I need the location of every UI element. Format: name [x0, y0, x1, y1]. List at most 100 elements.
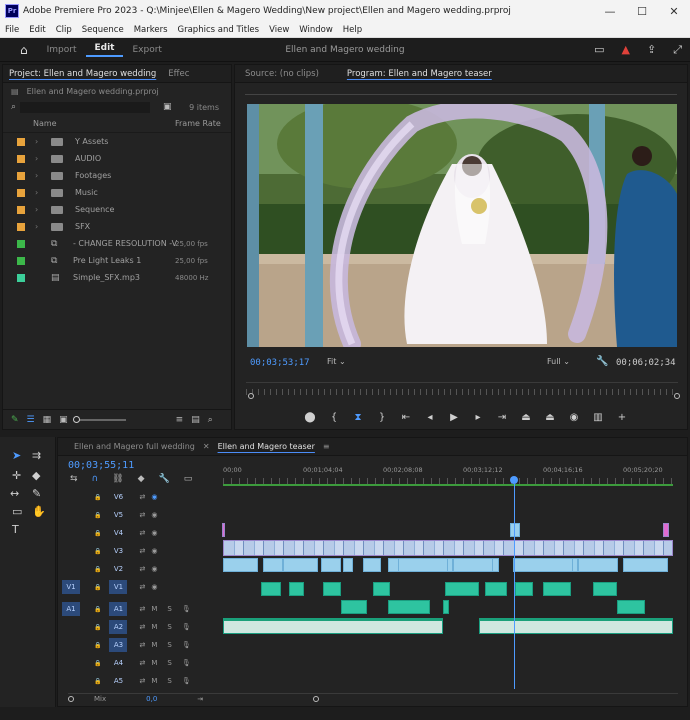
- sync-lock-icon[interactable]: ⇄: [139, 641, 145, 649]
- video-track-header[interactable]: 🔒 V2 ⇄ ◉: [62, 560, 224, 578]
- menu-graphics[interactable]: Graphics and Titles: [173, 25, 265, 35]
- step-back-icon[interactable]: ◂: [418, 412, 442, 423]
- solo-button[interactable]: S: [167, 659, 171, 667]
- marker-clip-start[interactable]: [222, 523, 225, 537]
- tab-menu-icon[interactable]: ≡: [321, 442, 332, 451]
- music-clip-a3[interactable]: [479, 618, 673, 634]
- video-track-header[interactable]: 🔒 V5 ⇄ ◉: [62, 506, 224, 524]
- hand-tool-icon[interactable]: ✋: [32, 505, 46, 518]
- video-track-header[interactable]: 🔒 V4 ⇄ ◉: [62, 524, 224, 542]
- video-clip-v1[interactable]: [578, 558, 618, 572]
- close-tab-icon[interactable]: ✕: [201, 442, 212, 451]
- lift-icon[interactable]: ⏏: [514, 412, 538, 423]
- alert-icon[interactable]: ▲: [622, 43, 630, 57]
- rectangle-tool-icon[interactable]: ▭: [12, 505, 22, 518]
- timeline-ruler[interactable]: 00;00 00;01;04;04 00;02;08;08 00;03;12;12 00…: [223, 462, 673, 486]
- video-clip-v2[interactable]: [321, 558, 341, 572]
- lock-icon[interactable]: 🔒: [94, 566, 101, 573]
- menu-file[interactable]: File: [0, 25, 24, 35]
- lock-icon[interactable]: 🔒: [94, 678, 101, 685]
- go-to-out-icon[interactable]: ⇥: [490, 412, 514, 423]
- audio-track-header[interactable]: 🔒 A5 ⇄ M S 🎙: [62, 672, 224, 690]
- source-patch[interactable]: [62, 526, 80, 540]
- add-marker-icon[interactable]: ⬤: [298, 412, 322, 423]
- voiceover-mic-icon[interactable]: 🎙: [182, 641, 191, 649]
- timeline-horizontal-scrollbar[interactable]: [68, 693, 678, 702]
- play-icon[interactable]: ▶: [442, 412, 466, 423]
- video-clip-v1[interactable]: [283, 558, 318, 572]
- track-label[interactable]: V5: [109, 508, 127, 522]
- audio-clip-a1[interactable]: [445, 582, 479, 596]
- solo-button[interactable]: S: [167, 605, 171, 613]
- audio-clip-a1[interactable]: [485, 582, 507, 596]
- fit-dropdown[interactable]: Fit ⌄: [327, 357, 346, 366]
- eye-icon[interactable]: ◉: [151, 565, 157, 573]
- expand-chevron-icon[interactable]: ›: [35, 171, 43, 180]
- mute-button[interactable]: M: [151, 605, 157, 613]
- audio-clip-a1[interactable]: [289, 582, 304, 596]
- track-label[interactable]: V6: [109, 490, 127, 504]
- menu-edit[interactable]: Edit: [24, 25, 50, 35]
- audio-track-header[interactable]: A1 🔒 A1 ⇄ M S 🎙: [62, 600, 224, 618]
- video-clip-v2[interactable]: [343, 558, 353, 572]
- tab-program[interactable]: Program: Ellen and Magero teaser: [341, 69, 498, 79]
- list-view-icon[interactable]: ☰: [27, 415, 35, 425]
- video-clip-v1[interactable]: [453, 558, 493, 572]
- freeform-view-icon[interactable]: ▣: [59, 415, 68, 425]
- audio-track-header[interactable]: 🔒 A2 ⇄ M S 🎙: [62, 618, 224, 636]
- maximize-button[interactable]: ☐: [626, 5, 658, 18]
- sync-lock-icon[interactable]: ⇄: [139, 565, 145, 573]
- column-name[interactable]: Name: [33, 119, 57, 128]
- voiceover-mic-icon[interactable]: 🎙: [182, 659, 191, 667]
- ripple-icon[interactable]: ⧗: [346, 412, 370, 423]
- tab-full-wedding[interactable]: Ellen and Magero full wedding: [68, 442, 201, 451]
- mark-in-icon[interactable]: {: [322, 412, 346, 423]
- lock-icon[interactable]: 🔒: [94, 642, 101, 649]
- quality-dropdown[interactable]: Full ⌄: [547, 357, 570, 366]
- captions-icon[interactable]: ▭: [184, 474, 193, 484]
- label-color-swatch[interactable]: [17, 188, 25, 197]
- menu-help[interactable]: Help: [338, 25, 367, 35]
- new-item-icon[interactable]: ▤: [191, 415, 200, 425]
- razor-tool-icon[interactable]: ◆: [32, 469, 40, 482]
- solo-button[interactable]: S: [167, 677, 171, 685]
- search-input[interactable]: [20, 101, 151, 113]
- track-label[interactable]: V2: [109, 562, 127, 576]
- label-color-swatch[interactable]: [17, 239, 25, 248]
- compare-icon[interactable]: ▥: [586, 412, 610, 423]
- audio-clip-a1[interactable]: [515, 582, 533, 596]
- track-label[interactable]: A4: [109, 656, 127, 670]
- expand-chevron-icon[interactable]: ›: [35, 188, 43, 197]
- lock-icon[interactable]: 🔒: [94, 494, 101, 501]
- marker-icon[interactable]: ◆: [138, 474, 145, 484]
- audio-track-header[interactable]: 🔒 A3 ⇄ M S 🎙: [62, 636, 224, 654]
- playhead-handle[interactable]: [510, 476, 518, 484]
- video-clip-v1[interactable]: [623, 558, 668, 572]
- mute-button[interactable]: M: [151, 623, 157, 631]
- menu-clip[interactable]: Clip: [51, 25, 77, 35]
- marker-clip-end[interactable]: [663, 523, 669, 537]
- menu-markers[interactable]: Markers: [129, 25, 173, 35]
- track-select-tool-icon[interactable]: ⇉: [32, 449, 41, 462]
- mute-button[interactable]: M: [151, 659, 157, 667]
- source-patch[interactable]: [62, 656, 80, 670]
- project-item[interactable]: › Footages: [3, 167, 231, 184]
- project-item[interactable]: › Y Assets: [3, 133, 231, 150]
- track-label[interactable]: V3: [109, 544, 127, 558]
- new-bin-icon[interactable]: ▣: [163, 102, 172, 112]
- solo-button[interactable]: S: [167, 641, 171, 649]
- ripple-edit-tool-icon[interactable]: ✛: [12, 469, 21, 482]
- source-patch[interactable]: [62, 674, 80, 688]
- tab-effects[interactable]: Effec: [162, 69, 195, 79]
- audio-clip-a1[interactable]: [323, 582, 341, 596]
- lock-icon[interactable]: 🔒: [94, 624, 101, 631]
- pencil-icon[interactable]: ✎: [11, 415, 19, 425]
- video-clip-v1[interactable]: [398, 558, 448, 572]
- program-video-frame[interactable]: [247, 104, 677, 347]
- audio-clip-a1[interactable]: [593, 582, 617, 596]
- video-track-header[interactable]: 🔒 V6 ⇄ ◉: [62, 488, 224, 506]
- workspaces-icon[interactable]: ▭: [594, 43, 604, 57]
- snap-icon[interactable]: ∩: [92, 474, 99, 484]
- icon-view-icon[interactable]: ▦: [43, 415, 52, 425]
- share-icon[interactable]: ⇪: [647, 43, 656, 57]
